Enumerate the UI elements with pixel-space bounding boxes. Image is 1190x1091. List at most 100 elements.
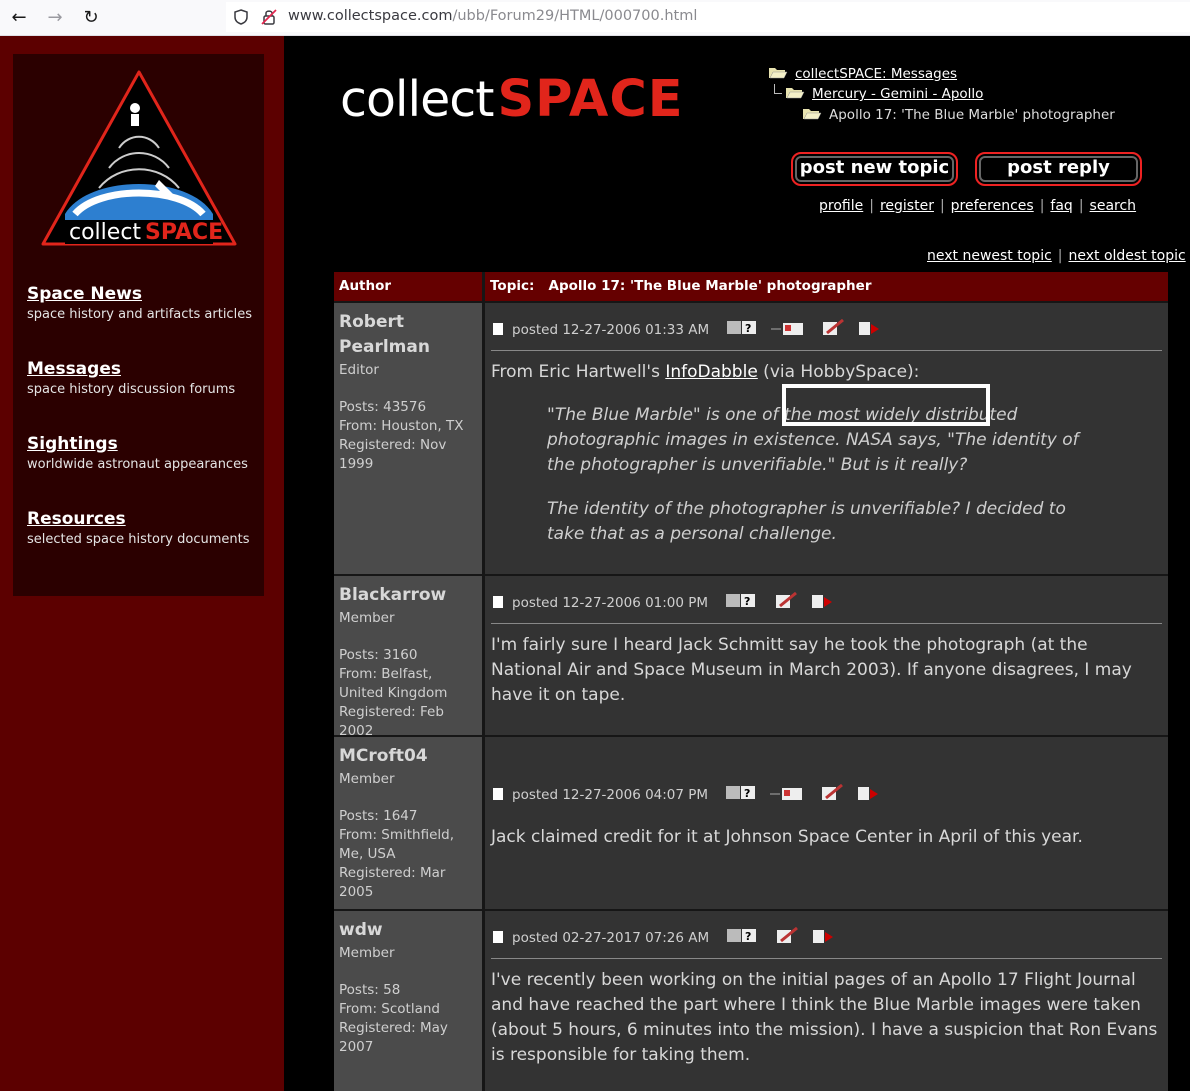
- open-folder-icon: [803, 109, 822, 120]
- back-arrow-icon[interactable]: ←: [7, 6, 31, 30]
- post-action-icons: ?: [726, 784, 879, 800]
- next-oldest-topic-link[interactable]: next oldest topic: [1069, 248, 1186, 264]
- infodabble-link[interactable]: InfoDabble: [665, 362, 757, 382]
- shield-icon[interactable]: [234, 9, 248, 25]
- post-body-cell: posted 12-27-2006 01:33 AM ? From Eric H…: [485, 303, 1168, 574]
- quote-icon[interactable]: [858, 787, 879, 800]
- faq-link[interactable]: faq: [1050, 198, 1072, 214]
- next-newest-topic-link[interactable]: next newest topic: [927, 248, 1052, 264]
- post-quote: "The Blue Marble" is one of the most wid…: [547, 405, 1079, 475]
- author-stats: Posts: 3160 From: Belfast, United Kingdom…: [339, 647, 448, 739]
- post-text: I'm fairly sure I heard Jack Schmitt say…: [491, 635, 1132, 705]
- post-meta: posted 12-27-2006 01:00 PM ?: [493, 592, 836, 611]
- edit-icon[interactable]: [822, 784, 844, 800]
- post-action-icons: ?: [727, 319, 880, 335]
- post-divider: [491, 350, 1162, 351]
- url-text: www.collectspace.com/ubb/Forum29/HTML/00…: [288, 8, 698, 24]
- register-link[interactable]: register: [880, 198, 934, 214]
- space-news-link[interactable]: Space News: [27, 284, 252, 304]
- browser-toolbar: ← → ↻ www.collectspace.com/ubb/Forum29/H…: [0, 0, 1190, 36]
- post-meta: posted 02-27-2017 07:26 AM ?: [493, 927, 837, 946]
- edit-icon[interactable]: [776, 592, 798, 608]
- post-document-icon: [493, 788, 503, 800]
- quote-icon[interactable]: [859, 322, 880, 335]
- post-document-icon: [493, 323, 503, 335]
- tree-line: [774, 84, 782, 94]
- svg-text:?: ?: [745, 930, 751, 943]
- sidebar-item-sightings: Sightings worldwide astronaut appearance…: [27, 434, 248, 472]
- open-folder-icon: [769, 68, 788, 79]
- search-link[interactable]: search: [1090, 198, 1137, 214]
- breadcrumb-item-messages: collectSPACE: Messages: [768, 66, 957, 82]
- author-role: Editor: [339, 362, 379, 378]
- forward-arrow-icon[interactable]: →: [43, 6, 67, 30]
- quote-icon[interactable]: [812, 595, 833, 608]
- post-reply-button[interactable]: post reply: [975, 152, 1142, 186]
- user-links: profile | register | preferences | faq | search: [819, 198, 1137, 214]
- quote-icon[interactable]: [813, 930, 834, 943]
- reload-icon[interactable]: ↻: [79, 6, 103, 30]
- email-icon[interactable]: [771, 323, 804, 335]
- post-text: Jack claimed credit for it at Johnson Sp…: [491, 827, 1083, 847]
- profile-icon[interactable]: ?: [726, 594, 756, 608]
- url-bar[interactable]: www.collectspace.com/ubb/Forum29/HTML/00…: [226, 2, 1190, 32]
- space-news-desc: space history and artifacts articles: [27, 307, 252, 322]
- author-stats: Posts: 43576 From: Houston, TX Registered:…: [339, 399, 464, 472]
- post-action-icons: ?: [727, 927, 834, 943]
- author-stats: Posts: 1647 From: Smithfield, Me, USA Regi…: [339, 808, 455, 900]
- breadcrumb-item-forum: Mercury - Gemini - Apollo: [785, 86, 983, 102]
- author-name[interactable]: Robert Pearlman: [339, 310, 477, 360]
- topic-header: Topic: Apollo 17: 'The Blue Marble' phot…: [485, 272, 1168, 301]
- profile-icon[interactable]: ?: [726, 786, 756, 800]
- author-name[interactable]: wdw: [339, 918, 477, 943]
- resources-desc: selected space history documents: [27, 532, 250, 547]
- post-body-cell: posted 02-27-2017 07:26 AM ? I've recent…: [485, 911, 1168, 1091]
- post-quote: The identity of the photographer is unve…: [547, 499, 1066, 544]
- post-author-cell: wdw Member Posts: 58 From: Scotland Regist…: [334, 911, 482, 1091]
- breadcrumb-item-topic: Apollo 17: 'The Blue Marble' photographe…: [802, 107, 1115, 123]
- author-header: Author: [334, 272, 482, 301]
- author-role: Member: [339, 771, 395, 787]
- author-name[interactable]: MCroft04: [339, 744, 477, 769]
- post-divider: [491, 958, 1162, 959]
- post-divider: [491, 623, 1162, 624]
- sightings-desc: worldwide astronaut appearances: [27, 457, 248, 472]
- forum-table: Author Topic: Apollo 17: 'The Blue Marbl…: [334, 272, 1168, 1091]
- post-author-cell: Robert Pearlman Editor Posts: 43576 From:…: [334, 303, 482, 574]
- post-text: From Eric Hartwell's InfoDabble (via Hob…: [491, 362, 920, 382]
- open-folder-icon: [786, 88, 805, 99]
- sidebar-item-space-news: Space News space history and artifacts a…: [27, 284, 252, 322]
- edit-icon[interactable]: [777, 927, 799, 943]
- post-author-cell: Blackarrow Member Posts: 3160 From: Belfa…: [334, 576, 482, 739]
- post-meta: posted 12-27-2006 04:07 PM ?: [493, 784, 886, 803]
- post-document-icon: [493, 931, 503, 943]
- svg-text:SPACE: SPACE: [145, 220, 223, 245]
- edit-icon[interactable]: [823, 319, 845, 335]
- author-name[interactable]: Blackarrow: [339, 583, 477, 608]
- svg-text:collect: collect: [69, 220, 141, 245]
- preferences-link[interactable]: preferences: [951, 198, 1034, 214]
- svg-text:?: ?: [745, 322, 751, 335]
- post-text: I've recently been working on the initia…: [491, 970, 1158, 1065]
- post-body-cell: posted 12-27-2006 01:00 PM ? I'm fairly …: [485, 576, 1168, 735]
- post-action-icons: ?: [726, 592, 833, 608]
- sidebar-item-resources: Resources selected space history documen…: [27, 509, 250, 547]
- messages-link[interactable]: Messages: [27, 359, 235, 379]
- post-new-topic-button[interactable]: post new topic: [791, 152, 958, 186]
- sidebar: collect SPACE Space News space history a…: [13, 54, 264, 596]
- email-icon[interactable]: [770, 788, 803, 800]
- collectspace-logo[interactable]: collect SPACE: [39, 68, 239, 250]
- profile-icon[interactable]: ?: [727, 321, 757, 335]
- profile-icon[interactable]: ?: [727, 929, 757, 943]
- brand-logo[interactable]: collectSPACE: [340, 70, 684, 129]
- post-body-cell: posted 12-27-2006 04:07 PM ? Jack claime…: [485, 737, 1168, 909]
- insecure-lock-icon[interactable]: [261, 8, 277, 26]
- sightings-link[interactable]: Sightings: [27, 434, 248, 454]
- author-role: Member: [339, 945, 395, 961]
- sidebar-item-messages: Messages space history discussion forums: [27, 359, 235, 397]
- profile-link[interactable]: profile: [819, 198, 863, 214]
- messages-desc: space history discussion forums: [27, 382, 236, 397]
- author-stats: Posts: 58 From: Scotland Registered: May 2…: [339, 982, 448, 1055]
- resources-link[interactable]: Resources: [27, 509, 250, 529]
- author-role: Member: [339, 610, 395, 626]
